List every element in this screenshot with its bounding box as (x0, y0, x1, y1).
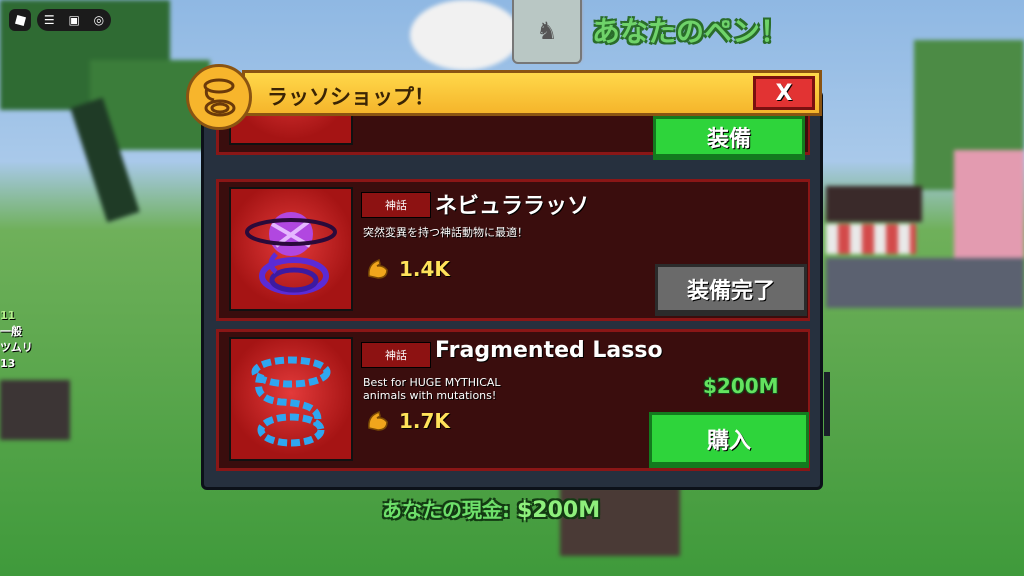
fence (826, 258, 1024, 308)
lasso-icon (203, 78, 236, 117)
roblox-logo-icon (14, 14, 26, 26)
scrollbar[interactable] (824, 372, 830, 436)
cash-label: あなたの現金: (382, 498, 510, 522)
hud-count: 11 (0, 309, 16, 322)
cash-amount: $200M (516, 498, 601, 523)
animal-icon: ♞ (536, 17, 558, 45)
item-name: Fragmented Lasso (435, 338, 663, 363)
rarity-tag: 神話 (361, 192, 431, 218)
power-value: 1.7K (399, 409, 450, 433)
rarity-tag: 神話 (361, 342, 431, 368)
shop-header: ラッソショップ！ X (242, 70, 822, 116)
hud-rarity: 一般 (0, 325, 22, 338)
item-description-line: animals with mutations! (363, 389, 497, 402)
item-name: ネビュララッソ (435, 194, 590, 219)
pen-title: あなたのペン！ (592, 15, 789, 48)
pen-thumbnail[interactable]: ♞ (512, 0, 582, 64)
shop-item-card: 神話 Fragmented Lasso Best for HUGE MYTHIC… (216, 329, 810, 471)
hud-name: ツムリ (0, 341, 33, 354)
equipped-button[interactable]: 装備完了 (655, 264, 807, 316)
pink-tree (954, 150, 1024, 270)
item-thumbnail (229, 187, 353, 311)
cash-display: あなたの現金: $200M (382, 494, 600, 523)
item-thumbnail (229, 337, 353, 461)
roblox-topbar[interactable]: ☰ ▣ ◎ (37, 9, 111, 31)
power-stat: 1.7K (365, 408, 450, 434)
shop-title: ラッソショップ！ (267, 85, 435, 109)
shop-item-card: 神話 ネビュララッソ 突然変異を持つ神話動物に最適！ 1.4K 装備完了 (216, 179, 810, 321)
lasso-shop-panel: 装備 神話 ネビュララッソ 突然変異を持つ神話動物に最適！ 1.4K 装備完了 … (201, 90, 823, 490)
stall-awning (826, 224, 916, 254)
roblox-menu-button[interactable] (9, 9, 31, 31)
power-value: 1.4K (399, 257, 450, 281)
lasso-badge (186, 64, 252, 130)
item-description: 突然変異を持つ神話動物に最適！ (363, 226, 528, 239)
market-stall (826, 186, 922, 222)
item-price: $200M (703, 374, 779, 398)
nebula-lasso-icon (245, 212, 337, 295)
fragmented-lasso-icon (251, 356, 331, 447)
chat-icon[interactable]: ▣ (68, 13, 79, 27)
muscle-icon (365, 256, 391, 282)
item-description-line: Best for HUGE MYTHICAL (363, 376, 501, 389)
power-stat: 1.4K (365, 256, 450, 282)
hud-small: 13 (0, 357, 16, 370)
headset-icon[interactable]: ◎ (94, 13, 104, 27)
item-description: Best for HUGE MYTHICAL animals with muta… (363, 376, 501, 402)
hamburger-menu-icon[interactable]: ☰ (44, 13, 55, 27)
equip-button[interactable]: 装備 (653, 116, 805, 160)
close-button[interactable]: X (753, 76, 815, 110)
buy-button[interactable]: 購入 (649, 412, 809, 468)
left-hud: 11 一般 ツムリ 13 (0, 308, 33, 372)
rock (0, 380, 70, 440)
muscle-icon (365, 408, 391, 434)
shop-scroll-list[interactable]: 装備 神話 ネビュララッソ 突然変異を持つ神話動物に最適！ 1.4K 装備完了 … (216, 93, 810, 481)
cloud (410, 0, 520, 70)
